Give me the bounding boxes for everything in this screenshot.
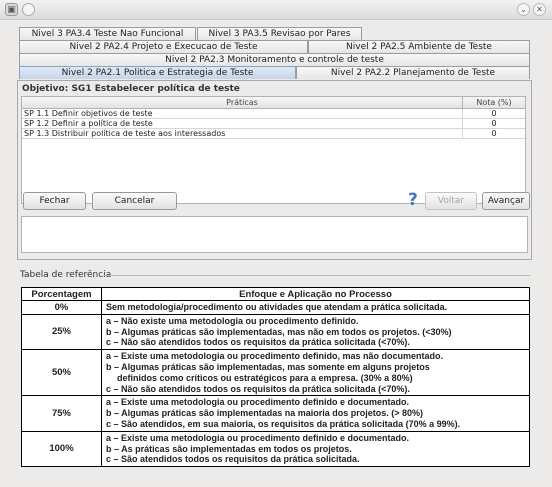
table-row[interactable]: SP 1.3 Distribuir política de teste aos … <box>22 129 525 139</box>
objective-label: Objetivo: SG1 Estabelecer política de te… <box>22 84 240 94</box>
reference-row: 25% a – Não existe uma metodologia ou pr… <box>21 313 530 351</box>
description-line: c – Não são atendidos todos os requisito… <box>106 337 410 348</box>
reference-row: 50% a – Existe uma metodologia ou proced… <box>21 349 530 397</box>
window-titlebar: ▣ ⌄ ✕ <box>0 0 552 20</box>
cancelar-button[interactable]: Cancelar <box>92 192 177 210</box>
description-line: c – São atendidos, em sua maioria, os re… <box>106 418 461 429</box>
practice-cell: SP 1.2 Definir a política de teste <box>22 119 463 128</box>
percentage-cell: 50% <box>21 349 102 397</box>
tab-pa3-4[interactable]: Nivel 3 PA3.4 Teste Nao Funcional <box>19 27 196 40</box>
reference-title: Tabela de referência <box>20 270 112 280</box>
reference-row: 75% a – Existe uma metodologia ou proced… <box>21 395 530 432</box>
level-tabs: Nivel 3 PA3.4 Teste Nao Funcional Nivel … <box>19 27 530 83</box>
reference-header-row: Porcentagem Enfoque e Aplicação no Proce… <box>21 287 530 301</box>
description-cell: a – Existe uma metodologia ou procedimen… <box>101 430 530 468</box>
minimize-icon[interactable]: ⌄ <box>517 3 530 16</box>
voltar-button[interactable]: Voltar <box>425 192 477 210</box>
description-line: b – Algumas práticas são implementadas, … <box>106 361 430 372</box>
description-line: a – Existe uma metodologia ou procedimen… <box>106 432 410 443</box>
help-icon[interactable]: ? <box>408 191 418 209</box>
percentage-cell: 100% <box>21 430 102 468</box>
tab-pa2-1[interactable]: Nivel 2 PA2.1 Politica e Estrategia de T… <box>19 66 296 79</box>
fechar-button[interactable]: Fechar <box>23 192 86 210</box>
description-line: definidos como críticos ou estratégicos … <box>117 372 413 383</box>
description-line: a – Existe uma metodologia ou procedimen… <box>106 351 444 362</box>
avancar-button[interactable]: Avançar <box>482 192 530 210</box>
description-line: c – Não são atendidos todos os requisito… <box>106 383 410 394</box>
description-line: c – São atendidos todos os requisitos da… <box>106 454 360 465</box>
percentage-cell: 0% <box>21 300 102 315</box>
practices-table: Práticas Nota (%) SP 1.1 Definir objetiv… <box>21 96 526 204</box>
tab-pa2-3[interactable]: Nivel 2 PA2.3 Monitoramento e controle d… <box>19 53 530 66</box>
score-cell[interactable]: 0 <box>463 119 525 128</box>
close-icon[interactable]: ✕ <box>533 3 546 16</box>
description-cell: a – Não existe uma metodologia ou proced… <box>101 313 530 351</box>
description-cell: Sem metodologia/procedimento ou atividad… <box>101 300 530 315</box>
practice-panel: Objetivo: SG1 Estabelecer política de te… <box>17 80 532 260</box>
description-line: a – Não existe uma metodologia ou proced… <box>106 315 359 326</box>
practice-cell: SP 1.1 Definir objetivos de teste <box>22 109 463 118</box>
score-cell[interactable]: 0 <box>463 129 525 138</box>
column-header-praticas[interactable]: Práticas <box>22 97 463 108</box>
description-line: b – Algumas práticas são implementadas, … <box>106 326 452 337</box>
header-porcentagem: Porcentagem <box>21 287 102 301</box>
table-row[interactable]: SP 1.1 Definir objetivos de teste 0 <box>22 109 525 119</box>
app-window-icon[interactable]: ▣ <box>5 3 18 16</box>
tab-pa3-5[interactable]: Nivel 3 PA3.5 Revisao por Pares <box>197 27 362 40</box>
tab-pa2-5[interactable]: Nivel 2 PA2.5 Ambiente de Teste <box>308 40 530 53</box>
practice-cell: SP 1.3 Distribuir política de teste aos … <box>22 129 463 138</box>
description-cell: a – Existe uma metodologia ou procedimen… <box>101 349 530 397</box>
percentage-cell: 25% <box>21 313 102 351</box>
table-header: Práticas Nota (%) <box>22 97 525 109</box>
reference-table: Porcentagem Enfoque e Aplicação no Proce… <box>21 287 530 468</box>
reference-row: 0% Sem metodologia/procedimento ou ativi… <box>21 300 530 315</box>
description-line: a – Existe uma metodologia ou procedimen… <box>106 397 410 408</box>
window-menu-icon[interactable] <box>22 3 35 16</box>
description-line: Sem metodologia/procedimento ou atividad… <box>106 302 448 312</box>
reference-divider <box>103 275 530 276</box>
tab-pa2-2[interactable]: Nivel 2 PA2.2 Planejamento de Teste <box>296 66 530 79</box>
column-header-nota[interactable]: Nota (%) <box>463 97 525 108</box>
notes-textarea[interactable] <box>21 216 528 253</box>
description-line: b – As práticas são implementadas em tod… <box>106 443 352 454</box>
header-enfoque: Enfoque e Aplicação no Processo <box>101 287 530 301</box>
percentage-cell: 75% <box>21 395 102 432</box>
score-cell[interactable]: 0 <box>463 109 525 118</box>
description-cell: a – Existe uma metodologia ou procedimen… <box>101 395 530 432</box>
description-line: b – Algumas práticas são implementadas n… <box>106 408 424 419</box>
reference-row: 100% a – Existe uma metodologia ou proce… <box>21 430 530 468</box>
table-row[interactable]: SP 1.2 Definir a política de teste 0 <box>22 119 525 129</box>
tab-pa2-4[interactable]: Nivel 2 PA2.4 Projeto e Execucao de Test… <box>19 40 308 53</box>
